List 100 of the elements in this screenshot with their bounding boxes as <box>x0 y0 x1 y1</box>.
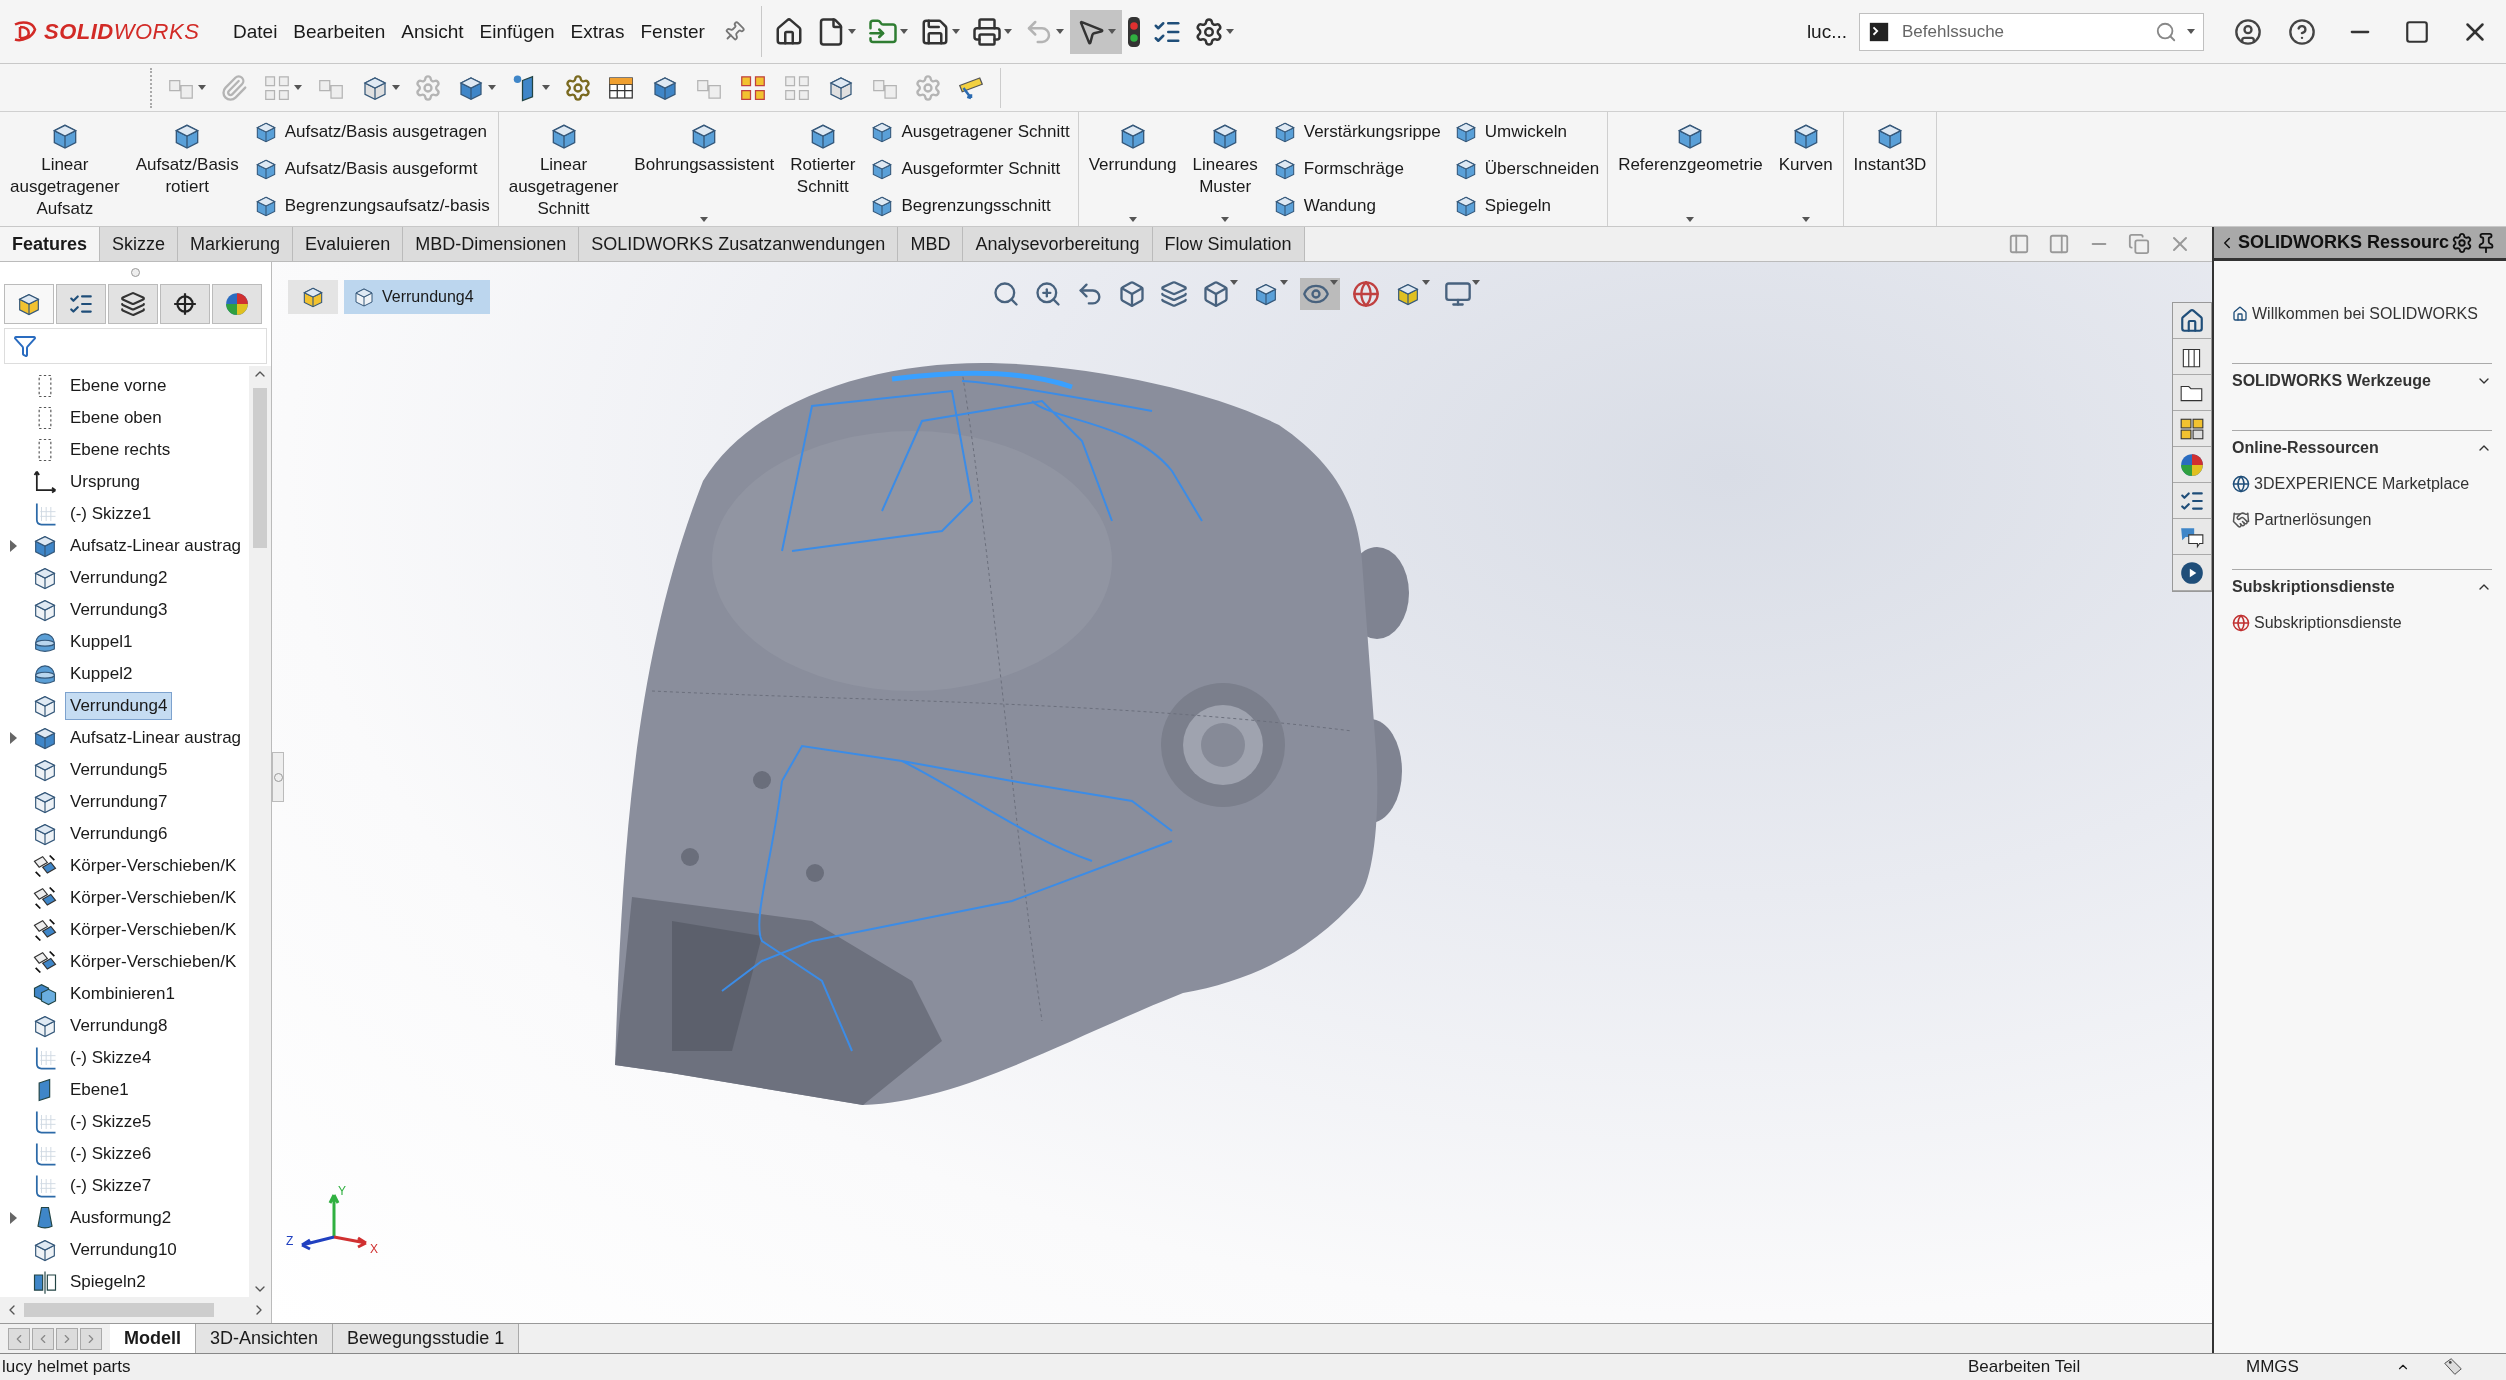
ribbon-button[interactable]: Ausgeformter Schnitt <box>865 154 1074 184</box>
tab[interactable]: MBD <box>898 227 964 261</box>
tree-item[interactable]: (-) Skizze1 <box>65 500 157 528</box>
expand-arrow-icon[interactable] <box>10 732 17 744</box>
menu-item[interactable]: Einfügen <box>471 16 563 47</box>
tree-item[interactable]: (-) Skizze6 <box>65 1140 157 1168</box>
ribbon-button[interactable]: Formschräge <box>1267 154 1445 184</box>
tree-item[interactable]: Kuppel2 <box>65 660 138 688</box>
menu-item[interactable]: Ansicht <box>393 16 472 47</box>
task-pane-tab[interactable] <box>2173 555 2211 591</box>
tab[interactable]: MBD-Dimensionen <box>403 227 580 261</box>
scrollbar[interactable] <box>0 1297 271 1323</box>
appearance-button[interactable] <box>1350 278 1382 310</box>
tree-item[interactable]: Verrundung5 <box>65 756 173 784</box>
tree-item[interactable]: (-) Skizze7 <box>65 1172 157 1200</box>
tree-item[interactable]: Verrundung2 <box>65 564 173 592</box>
collapse-handle[interactable] <box>272 752 284 802</box>
ribbon-button[interactable]: Begrenzungsschnitt <box>865 190 1074 221</box>
tree-item[interactable]: Verrundung8 <box>65 1012 173 1040</box>
tree-item[interactable]: Ebene1 <box>65 1076 134 1104</box>
user-icon[interactable] <box>2234 17 2262 46</box>
tree-item[interactable]: Aufsatz-Linear austrag <box>65 532 247 560</box>
tree-item[interactable]: Verrundung6 <box>65 820 173 848</box>
toolbar-button[interactable] <box>1069 9 1122 54</box>
tree-item[interactable]: Körper-Verschieben/K <box>65 884 242 912</box>
tree-item[interactable]: Kuppel1 <box>65 628 138 656</box>
breadcrumb-root[interactable] <box>288 280 338 314</box>
hide-show-button[interactable] <box>1300 278 1340 310</box>
section-header[interactable]: Subskriptionsdienste <box>2232 578 2492 596</box>
tab[interactable]: Flow Simulation <box>1152 227 1305 261</box>
expand-arrow-icon[interactable] <box>10 1212 17 1224</box>
breadcrumb-item[interactable]: Verrundung4 <box>344 280 490 314</box>
tile-left-icon[interactable] <box>2008 233 2030 255</box>
expand-arrow-icon[interactable] <box>10 540 17 552</box>
tree-item[interactable]: (-) Skizze5 <box>65 1108 157 1136</box>
tree-item[interactable]: Verrundung10 <box>65 1236 182 1264</box>
ribbon-button[interactable]: Verrundung <box>1082 114 1183 224</box>
tree-item[interactable]: Kombinieren1 <box>65 980 180 1008</box>
panel-tab[interactable] <box>160 284 210 324</box>
section-header[interactable]: Online-Ressourcen <box>2232 439 2492 457</box>
ribbon-button[interactable]: Aufsatz/Basis rotiert <box>129 114 245 224</box>
dynamic-annotation-button[interactable] <box>1158 278 1190 310</box>
tree-item[interactable]: Ursprung <box>65 468 145 496</box>
ribbon-button[interactable]: Linear ausgetragener Schnitt <box>502 114 625 224</box>
scrollbar-thumb[interactable] <box>253 388 267 548</box>
drag-handle[interactable] <box>131 267 140 277</box>
scrollbar-thumb[interactable] <box>24 1303 214 1317</box>
menu-item[interactable]: Extras <box>562 16 633 47</box>
ribbon-button[interactable]: Linear ausgetragener Aufsatz <box>4 114 126 224</box>
task-pane-tab[interactable] <box>2173 483 2211 519</box>
tree-item[interactable]: Ausformung2 <box>65 1204 177 1232</box>
tile-right-icon[interactable] <box>2048 233 2070 255</box>
resource-link[interactable]: 3DEXPERIENCE Marketplace <box>2232 475 2492 493</box>
tree-item[interactable]: Verrundung3 <box>65 596 173 624</box>
tree-item[interactable]: Ebene vorne <box>65 372 172 400</box>
ribbon-button[interactable]: Begrenzungsaufsatz/-basis <box>248 190 494 221</box>
menu-item[interactable]: Fenster <box>632 16 713 47</box>
help-icon[interactable] <box>2288 17 2316 46</box>
panel-tab[interactable] <box>108 284 158 324</box>
ribbon-button[interactable]: Spiegeln <box>1448 190 1604 221</box>
tree-item[interactable]: (-) Skizze4 <box>65 1044 157 1072</box>
command-search-field[interactable]: Befehlssuche <box>1859 12 2204 51</box>
panel-tab[interactable] <box>4 284 54 324</box>
tab[interactable]: Bewegungsstudie 1 <box>333 1324 520 1353</box>
panel-tab[interactable] <box>56 284 106 324</box>
settings-icon[interactable] <box>2451 231 2474 254</box>
tree-item[interactable]: Spiegeln2 <box>65 1268 151 1296</box>
tab[interactable]: Markierung <box>178 227 294 261</box>
tab[interactable]: Features <box>0 227 101 261</box>
tab[interactable]: 3D-Ansichten <box>196 1324 334 1353</box>
ribbon-button[interactable]: Instant3D <box>1847 114 1933 224</box>
tab[interactable]: Modell <box>110 1324 196 1353</box>
tree-item[interactable]: Aufsatz-Linear austrag <box>65 724 247 752</box>
tree-item[interactable]: Körper-Verschieben/K <box>65 852 242 880</box>
tab[interactable]: Skizze <box>100 227 179 261</box>
tree-item[interactable]: Körper-Verschieben/K <box>65 948 242 976</box>
ribbon-button[interactable]: Kurven <box>1772 114 1839 224</box>
tab[interactable]: Evaluieren <box>293 227 404 261</box>
ribbon-button[interactable]: Wandung <box>1267 190 1445 221</box>
unit-system[interactable]: MMGS <box>2246 1357 2396 1377</box>
ribbon-button[interactable]: Umwickeln <box>1448 117 1604 148</box>
menu-item[interactable]: Datei <box>225 16 286 47</box>
tree-item[interactable]: Verrundung7 <box>65 788 173 816</box>
ribbon-button[interactable]: Bohrungsassistent <box>628 114 781 224</box>
tree-item[interactable]: Ebene oben <box>65 404 167 432</box>
search-input[interactable]: Befehlssuche <box>1900 20 2145 43</box>
maximize-icon[interactable] <box>2404 18 2430 45</box>
welcome-link[interactable]: Willkommen bei SOLIDWORKS <box>2232 305 2492 323</box>
ribbon-button[interactable]: Verstärkungsrippe <box>1267 117 1445 148</box>
ribbon-button[interactable]: Ausgetragener Schnitt <box>865 117 1074 148</box>
tree-item[interactable]: Verrundung4 <box>65 692 173 720</box>
ribbon-button[interactable]: Lineares Muster <box>1186 114 1264 224</box>
ribbon-button[interactable]: Überschneiden <box>1448 154 1604 184</box>
task-pane-tab[interactable] <box>2173 411 2211 447</box>
ribbon-button[interactable]: Aufsatz/Basis ausgetragen <box>248 117 494 148</box>
menu-item[interactable]: Bearbeiten <box>285 16 394 47</box>
tab[interactable]: SOLIDWORKS Zusatzanwendungen <box>579 227 899 261</box>
user-name[interactable]: luc... <box>1806 20 1847 43</box>
scrollbar[interactable] <box>249 366 271 1297</box>
filter-icon[interactable] <box>13 334 37 358</box>
